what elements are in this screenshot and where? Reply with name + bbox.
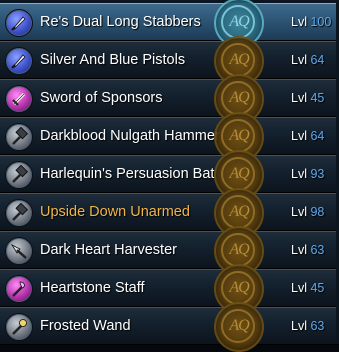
item-level: Lvl 64 [291,129,325,143]
hammer-icon [5,161,33,189]
item-level-number: 63 [310,243,325,257]
aq-medal-icon: AQ [214,302,264,352]
item-row[interactable]: Re's Dual Long Stabbers AQ Lvl 100 [0,0,339,48]
wand-icon [5,313,33,341]
dagger-icon [5,9,33,37]
item-name: Dark Heart Harvester [40,242,177,258]
dagger-icon [5,47,33,75]
item-level: Lvl 45 [291,91,325,105]
hammer-icon [5,199,33,227]
item-level: Lvl 63 [291,243,325,257]
item-level: Lvl 93 [291,167,325,181]
item-row[interactable]: Harlequin's Persuasion Bat AQ Lvl 93 [0,150,339,200]
item-level-number: 45 [310,91,325,105]
item-name: Darkblood Nulgath Hammer [40,128,220,144]
item-row[interactable]: Heartstone Staff AQ Lvl 45 [0,264,339,314]
sword-icon [5,85,33,113]
item-name: Heartstone Staff [40,280,145,296]
item-level: Lvl 64 [291,53,325,67]
item-level-number: 98 [310,205,325,219]
item-name: Harlequin's Persuasion Bat [40,166,215,182]
item-row[interactable]: Frosted Wand AQ Lvl 63 [0,302,339,352]
item-row[interactable]: Sword of Sponsors AQ Lvl 45 [0,74,339,124]
item-level: Lvl 100 [291,15,332,29]
item-level-number: 63 [310,319,325,333]
item-row[interactable]: Upside Down Unarmed AQ Lvl 98 [0,188,339,238]
item-row[interactable]: Silver And Blue Pistols AQ Lvl 64 [0,36,339,86]
item-level-number: 45 [310,281,325,295]
item-name: Re's Dual Long Stabbers [40,14,201,30]
item-level-number: 64 [310,129,325,143]
item-level: Lvl 98 [291,205,325,219]
item-row[interactable]: Darkblood Nulgath Hammer AQ Lvl 64 [0,112,339,162]
item-level-number: 64 [310,53,325,67]
staff-icon [5,275,33,303]
item-level: Lvl 63 [291,319,325,333]
item-name: Frosted Wand [40,318,131,334]
item-level: Lvl 45 [291,281,325,295]
inventory-weapon-list: Re's Dual Long Stabbers AQ Lvl 100 Silve… [0,0,339,352]
item-name: Silver And Blue Pistols [40,52,186,68]
axe-icon [5,237,33,265]
hammer-icon [5,123,33,151]
item-name: Sword of Sponsors [40,90,163,106]
item-level-number: 100 [310,15,332,29]
item-level-number: 93 [310,167,325,181]
item-row[interactable]: Dark Heart Harvester AQ Lvl 63 [0,226,339,276]
item-name: Upside Down Unarmed [40,204,190,220]
